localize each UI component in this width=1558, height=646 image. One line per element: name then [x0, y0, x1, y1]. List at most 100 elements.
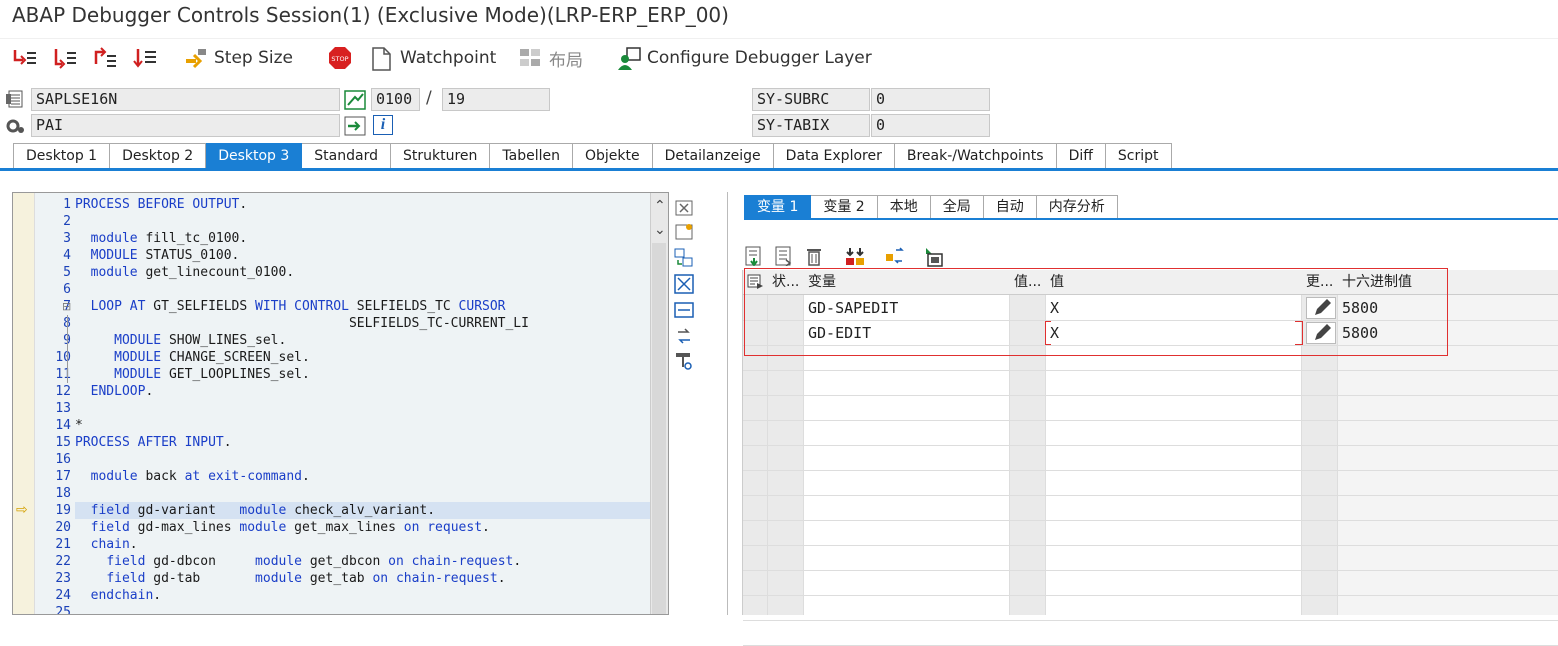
tab-desktop-2[interactable]: Desktop 2 — [110, 143, 207, 169]
grid-row-line — [743, 595, 1558, 596]
code-line[interactable] — [75, 604, 650, 614]
tab-script[interactable]: Script — [1105, 143, 1172, 169]
variables-grid[interactable]: 状... 变量 值... 值 更... 十六进制值 GD-SAPEDIT X 5… — [742, 268, 1558, 646]
line-numbers: 1234567891011121314151617181920212223242… — [35, 193, 75, 614]
code-line[interactable]: module fill_tc_0100. — [75, 230, 650, 247]
code-area[interactable]: PROCESS BEFORE OUTPUT. module fill_tc_01… — [62, 193, 650, 614]
return-step-icon[interactable] — [92, 44, 118, 72]
grid-row-line — [743, 620, 1558, 621]
line-number: 16 — [55, 452, 71, 467]
code-line[interactable]: PROCESS BEFORE OUTPUT. — [75, 196, 650, 213]
editor-scrollbar[interactable]: ⌃ ⌄ — [650, 193, 668, 614]
code-line[interactable] — [75, 451, 650, 468]
code-line[interactable] — [75, 400, 650, 417]
execute-step-icon[interactable] — [52, 44, 78, 72]
line-number: 19 — [55, 503, 71, 518]
transfer-icon[interactable] — [344, 116, 366, 140]
append-row-icon[interactable] — [774, 246, 794, 270]
variable-tab-4[interactable]: 全局 — [930, 195, 984, 219]
layout-button[interactable]: 布局 — [519, 44, 583, 72]
source-code-editor[interactable]: 1234567891011121314151617181920212223242… — [12, 192, 669, 615]
configure-label: Configure Debugger Layer — [647, 48, 872, 68]
trash-icon[interactable] — [804, 246, 824, 270]
single-step-icon[interactable] — [12, 44, 38, 72]
line-number: 25 — [55, 605, 71, 615]
tab-break-watchpoints[interactable]: Break-/Watchpoints — [894, 143, 1057, 169]
merge-arrows-icon[interactable] — [844, 246, 866, 270]
tab-tabellen[interactable]: Tabellen — [490, 143, 573, 169]
code-line[interactable]: module back at exit-command. — [75, 468, 650, 485]
info-icon[interactable]: i — [373, 115, 393, 135]
tab-objekte[interactable]: Objekte — [573, 143, 653, 169]
grid-row-line — [743, 445, 1558, 446]
exchange-icon[interactable] — [884, 246, 906, 270]
code-line[interactable]: * — [75, 417, 650, 434]
tab-data-explorer[interactable]: Data Explorer — [773, 143, 895, 169]
code-line[interactable]: field gd-dbcon module get_dbcon on chain… — [75, 553, 650, 570]
collapse-icon[interactable]: ⊟ — [62, 298, 71, 315]
screen-field: 0100 — [371, 88, 420, 111]
variable-tab-1[interactable]: 变量 1 — [744, 195, 812, 219]
code-line[interactable]: field gd-tab module get_tab on chain-req… — [75, 570, 650, 587]
line-number: 14 — [55, 418, 71, 433]
variable-tab-3[interactable]: 本地 — [877, 195, 931, 219]
variable-tab-5[interactable]: 自动 — [983, 195, 1037, 219]
breakpoint-gutter[interactable] — [13, 193, 35, 614]
sy-subrc-value: 0 — [871, 88, 990, 111]
code-line[interactable]: MODULE CHANGE_SCREEN_sel. — [75, 349, 650, 366]
scrollbar-thumb[interactable] — [652, 243, 666, 614]
new-window-icon[interactable] — [674, 223, 696, 243]
tab-strukturen[interactable]: Strukturen — [390, 143, 491, 169]
current-line-arrow-icon: ⇨ — [16, 502, 28, 518]
resize-horizontal-icon[interactable] — [674, 300, 696, 320]
stop-button[interactable]: STOP — [328, 44, 352, 72]
variable-tab-2[interactable]: 变量 2 — [811, 195, 878, 219]
code-line[interactable]: SELFIELDS_TC-CURRENT_LI — [75, 315, 650, 332]
continue-icon[interactable] — [132, 44, 158, 72]
code-line[interactable]: module get_linecount_0100. — [75, 264, 650, 281]
grid-row-line — [743, 520, 1558, 521]
insert-row-icon[interactable] — [744, 246, 764, 270]
configure-debugger-layer-button[interactable]: Configure Debugger Layer — [617, 44, 872, 72]
scroll-down-icon[interactable]: ⌄ — [654, 223, 666, 237]
navigate-screen-icon[interactable] — [344, 90, 366, 114]
switch-tool-icon[interactable] — [674, 326, 696, 346]
line-number: 21 — [55, 537, 71, 552]
tab-desktop-1[interactable]: Desktop 1 — [13, 143, 111, 169]
code-line[interactable] — [75, 485, 650, 502]
code-line[interactable]: MODULE SHOW_LINES_sel. — [75, 332, 650, 349]
tab-standard[interactable]: Standard — [302, 143, 391, 169]
code-line[interactable] — [75, 213, 650, 230]
grid-row-line — [743, 420, 1558, 421]
tab-diff[interactable]: Diff — [1056, 143, 1106, 169]
code-line[interactable]: PROCESS AFTER INPUT. — [75, 434, 650, 451]
swap-window-icon[interactable] — [674, 248, 696, 268]
code-line[interactable]: LOOP AT GT_SELFIELDS WITH CONTROL SELFIE… — [75, 298, 650, 315]
line-number: 11 — [55, 367, 71, 382]
variable-tab-6[interactable]: 内存分析 — [1036, 195, 1118, 219]
code-line[interactable]: field gd-variant module check_alv_varian… — [75, 502, 650, 519]
code-line[interactable]: endchain. — [75, 587, 650, 604]
scroll-up-icon[interactable]: ⌃ — [654, 199, 666, 213]
tab-detailanzeige[interactable]: Detailanzeige — [652, 143, 774, 169]
line-number: 22 — [55, 554, 71, 569]
layout-icon — [519, 47, 543, 69]
maximize-icon[interactable] — [674, 274, 696, 294]
code-line[interactable]: chain. — [75, 536, 650, 553]
grid-row-line — [743, 370, 1558, 371]
code-line[interactable]: MODULE GET_LOOPLINES_sel. — [75, 366, 650, 383]
highlight-box — [744, 268, 1448, 356]
tab-desktop-3[interactable]: Desktop 3 — [206, 143, 303, 169]
code-line[interactable]: MODULE STATUS_0100. — [75, 247, 650, 264]
watchpoint-button[interactable]: Watchpoint — [370, 44, 496, 72]
code-line[interactable] — [75, 281, 650, 298]
tab-underline — [0, 168, 1558, 171]
close-window-icon[interactable] — [674, 199, 696, 219]
code-line[interactable]: ENDLOOP. — [75, 383, 650, 400]
code-line[interactable]: field gd-max_lines module get_max_lines … — [75, 519, 650, 536]
gear-icon — [5, 117, 25, 139]
sy-tabix-label: SY-TABIX — [752, 114, 870, 137]
tool-settings-icon[interactable] — [674, 351, 696, 371]
step-size-button[interactable]: Step Size — [184, 44, 293, 72]
desktop-tabs: Desktop 1 Desktop 2 Desktop 3 Standard Struk… — [13, 143, 1172, 169]
